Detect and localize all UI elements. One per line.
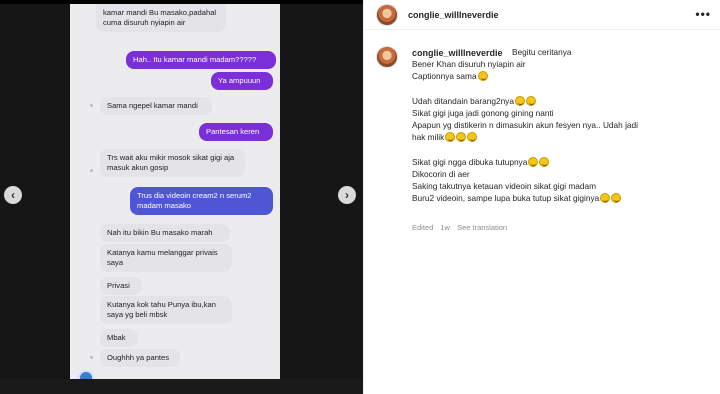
laughing-emoji-icon	[467, 132, 478, 143]
laughing-emoji-icon	[456, 132, 467, 143]
laughing-emoji-icon	[477, 71, 488, 82]
post-panel: conglie_willlneverdie ••• conglie_willln…	[363, 0, 720, 394]
caption-line: hak milik	[412, 131, 712, 143]
chat-message: kamar mandi Bu masako,padahal cuma disur…	[96, 4, 226, 32]
caption-line: Sikat gigi juga jadi gonong gining nanti	[412, 107, 712, 119]
caption-text: Dikocorin di aer	[412, 169, 470, 179]
caption-text: hak milik	[412, 132, 445, 143]
caption-line: Dikocorin di aer	[412, 168, 712, 180]
laughing-emoji-icon	[514, 95, 525, 106]
chat-message: Kutanya kok tahu Punya ibu,kan saya yg b…	[100, 296, 232, 324]
caption-line: Buru2 videoin, sampe lupa buka tutup sik…	[412, 192, 712, 204]
chat-avatar-dot	[90, 104, 93, 107]
caption-text: Buru2 videoin, sampe lupa buka tutup sik…	[412, 193, 600, 204]
see-translation-link[interactable]: See translation	[457, 223, 507, 232]
caption-line: Begitu ceritanya	[412, 46, 712, 58]
previous-media-arrow-icon[interactable]: ‹	[4, 186, 22, 204]
chat-avatar-dot	[90, 356, 93, 359]
chat-message: Oughhh ya pantes	[100, 349, 180, 367]
chat-message: Pantesan keren	[199, 123, 273, 141]
caption-avatar[interactable]	[376, 46, 398, 68]
author-avatar[interactable]	[376, 4, 398, 26]
chat-screenshot: kamar mandi Bu masako,padahal cuma disur…	[70, 4, 280, 379]
caption-line: Saking takutnya ketauan videoin sikat gi…	[412, 180, 712, 192]
laughing-emoji-icon	[525, 95, 536, 106]
laughing-emoji-icon	[600, 193, 611, 204]
author-username[interactable]: conglie_willlneverdie	[408, 10, 499, 20]
caption-line: Udah ditandain barang2nya	[412, 95, 712, 107]
caption-line: Bener Khan disuruh nyiapin air	[412, 58, 712, 70]
chat-message: Katanya kamu melanggar privais saya	[100, 244, 232, 272]
caption-text: Apapun yg distikerin n dimasukin akun fe…	[412, 120, 638, 131]
next-media-arrow-icon[interactable]: ›	[338, 186, 356, 204]
caption-text: Bener Khan disuruh nyiapin air	[412, 59, 526, 70]
chat-message: Trus dia videoin cream2 n serum2 madam m…	[130, 187, 273, 215]
more-options-icon[interactable]: •••	[695, 7, 711, 21]
media-bottom-edge	[0, 379, 363, 394]
post-caption: Begitu ceritanya Bener Khan disuruh nyiap…	[412, 46, 712, 205]
post-meta: Edited 1w See translation	[412, 223, 512, 232]
caption-text: Begitu ceritanya	[512, 47, 572, 57]
laughing-emoji-icon	[539, 156, 550, 167]
post-age[interactable]: 1w	[440, 223, 450, 232]
caption-text: Sikat gigi ngga dibuka tutupnya	[412, 156, 528, 167]
caption-line: Sikat gigi ngga dibuka tutupnya	[412, 156, 712, 168]
caption-text: Udah ditandain barang2nya	[412, 95, 514, 106]
caption-text: Sikat gigi juga jadi gonong gining nanti	[412, 108, 554, 118]
laughing-emoji-icon	[445, 132, 456, 143]
caption-text: Saking takutnya ketauan videoin sikat gi…	[412, 181, 597, 192]
chat-profile-bubble	[78, 370, 94, 379]
post-media[interactable]: kamar mandi Bu masako,padahal cuma disur…	[0, 0, 363, 394]
chat-avatar-dot	[90, 169, 93, 172]
chat-message: Trs wait aku mikir mosok sikat gigi aja …	[100, 149, 245, 177]
caption-line: Apapun yg distikerin n dimasukin akun fe…	[412, 119, 712, 131]
laughing-emoji-icon	[611, 193, 622, 204]
chat-message: Hah.. Itu kamar mandi madam?????	[126, 51, 276, 69]
edited-label: Edited	[412, 223, 434, 232]
post-header: conglie_willlneverdie •••	[364, 0, 720, 30]
chat-message: Nah itu bikin Bu masako marah	[100, 224, 230, 242]
chat-message: Ya ampuuun	[211, 72, 273, 90]
chat-message: Mbak	[100, 329, 138, 347]
caption-text: Captionnya sama	[412, 71, 477, 82]
chat-message: Sama ngepel kamar mandi	[100, 97, 212, 115]
chat-message: Privasi	[100, 277, 142, 295]
laughing-emoji-icon	[528, 156, 539, 167]
caption-line: Captionnya sama	[412, 70, 712, 82]
